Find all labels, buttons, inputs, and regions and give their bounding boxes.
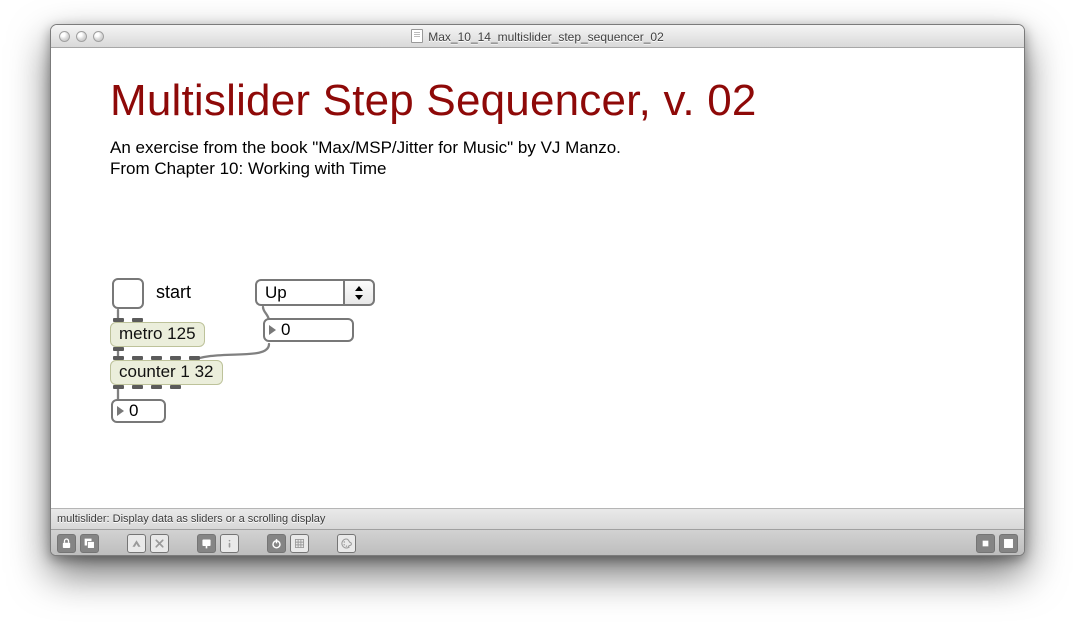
lock-icon [60,537,73,550]
direction-number-value: 0 [281,320,290,340]
toggle-start-label: start [156,282,191,303]
zoom-in-button[interactable] [999,534,1018,553]
new-view-button[interactable] [80,534,99,553]
counter-output-number-value: 0 [129,401,138,421]
subtitle-line-2: From Chapter 10: Working with Time [110,159,387,178]
inspector-button[interactable] [220,534,239,553]
chevron-down-icon [355,295,363,300]
grid-button[interactable] [290,534,309,553]
presentation-button[interactable] [127,534,146,553]
toggle-start[interactable] [112,278,144,309]
chevron-up-icon [355,286,363,291]
metro-object-text: metro 125 [110,322,205,347]
close-subpatch-button[interactable] [150,534,169,553]
subtitle-line-1: An exercise from the book "Max/MSP/Jitte… [110,138,621,157]
direction-menu-value: Up [265,283,287,303]
document-icon [411,29,423,43]
patcher-canvas[interactable]: Multislider Step Sequencer, v. 02 An exe… [51,48,1024,508]
direction-menu[interactable]: Up [255,279,375,306]
grid-icon [293,537,306,550]
counter-object[interactable]: counter 1 32 [110,360,223,385]
palette-button[interactable] [337,534,356,553]
window-icon [83,537,96,550]
minimize-window-button[interactable] [76,31,87,42]
small-window-icon [979,537,992,550]
app-window: Max_10_14_multislider_step_sequencer_02 … [50,24,1025,556]
zoom-window-button[interactable] [93,31,104,42]
status-bar-hint: multislider: Display data as sliders or … [57,513,325,525]
dsp-button[interactable] [267,534,286,553]
clue-button[interactable] [197,534,216,553]
direction-menu-stepper[interactable] [343,279,375,306]
page-title: Multislider Step Sequencer, v. 02 [110,76,757,126]
metro-object[interactable]: metro 125 [110,322,205,347]
x-icon [153,537,166,550]
patcher-toolbar [51,529,1024,556]
window-title: Max_10_14_multislider_step_sequencer_02 [51,29,1024,44]
page-subtitle: An exercise from the book "Max/MSP/Jitte… [110,137,621,180]
number-drag-icon [269,325,276,335]
traffic-lights [59,31,104,42]
direction-number[interactable]: 0 [263,318,354,342]
status-bar: multislider: Display data as sliders or … [51,508,1024,529]
power-icon [270,537,283,550]
counter-output-number[interactable]: 0 [111,399,166,423]
counter-object-text: counter 1 32 [110,360,223,385]
board-icon [200,537,213,550]
number-drag-icon [117,406,124,416]
lock-toggle-button[interactable] [57,534,76,553]
presentation-icon [130,537,143,550]
window-titlebar: Max_10_14_multislider_step_sequencer_02 [51,25,1024,48]
window-title-text: Max_10_14_multislider_step_sequencer_02 [428,30,664,44]
palette-icon [340,537,353,550]
info-icon [223,537,236,550]
large-window-icon [1002,537,1015,550]
zoom-out-button[interactable] [976,534,995,553]
close-window-button[interactable] [59,31,70,42]
